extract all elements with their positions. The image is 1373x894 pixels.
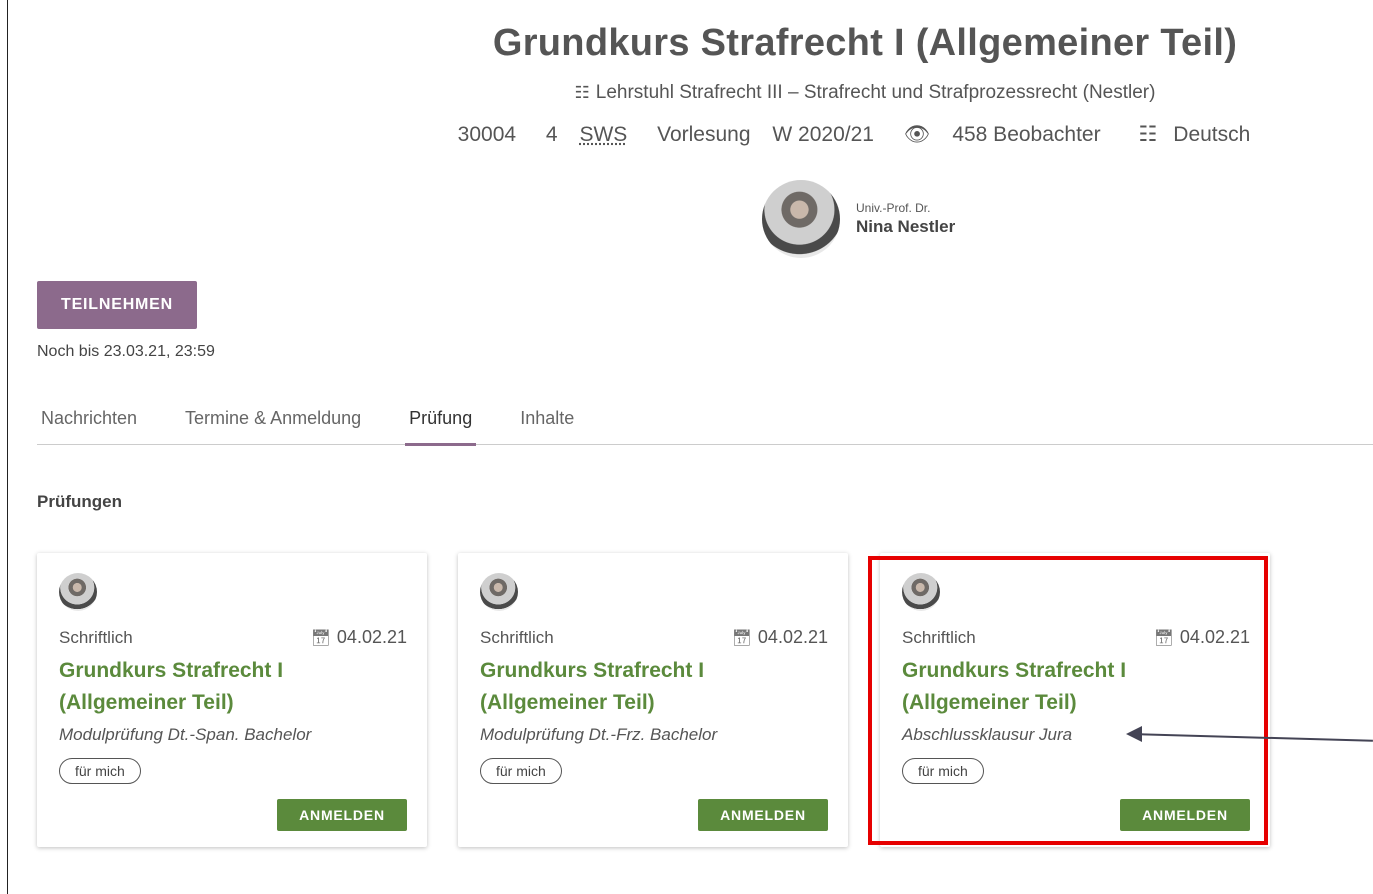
- tab-inhalte[interactable]: Inhalte: [516, 408, 578, 445]
- exam-title[interactable]: Grundkurs Strafrecht I (Allgemeiner Teil…: [59, 655, 399, 719]
- for-me-badge: für mich: [59, 758, 141, 784]
- language-icon: ☷: [1138, 123, 1158, 146]
- course-organisation: ☷ Lehrstuhl Strafrecht III – Strafrecht u…: [0, 82, 1373, 104]
- exam-card[interactable]: Schriftlich 📅︎ 04.02.21 Grundkurs Strafre…: [458, 553, 848, 847]
- exam-date: 📅︎ 04.02.21: [310, 627, 407, 647]
- register-button[interactable]: ANMELDEN: [698, 799, 828, 831]
- lecturer-name[interactable]: Nina Nestler: [856, 217, 955, 237]
- arrow-head-icon: [1126, 726, 1142, 742]
- course-tabs: Nachrichten Termine & Anmeldung Prüfung …: [37, 408, 1373, 446]
- course-type: Vorlesung: [657, 123, 751, 146]
- org-label[interactable]: Lehrstuhl Strafrecht III – Strafrecht un…: [596, 82, 1156, 103]
- sws-abbr: SWS: [579, 123, 628, 146]
- lecturer-title: Univ.-Prof. Dr.: [856, 201, 931, 215]
- exam-card[interactable]: Schriftlich 📅︎ 04.02.21 Grundkurs Strafre…: [37, 553, 427, 847]
- tab-pruefung[interactable]: Prüfung: [405, 408, 477, 446]
- exam-type: Schriftlich: [59, 628, 133, 647]
- course-sws: 4 SWS: [545, 123, 628, 146]
- tab-termine-anmeldung[interactable]: Termine & Anmeldung: [181, 408, 365, 445]
- exams-section-title: Prüfungen: [37, 492, 122, 511]
- exam-subtitle: Modulprüfung Dt.-Frz. Bachelor: [480, 725, 718, 744]
- course-semester: W 2020/21: [772, 123, 874, 146]
- exam-avatar: [480, 573, 518, 611]
- lecturer[interactable]: Univ.-Prof. Dr. Nina Nestler: [762, 180, 955, 258]
- join-deadline: Noch bis 23.03.21, 23:59: [37, 343, 215, 360]
- course-title: Grundkurs Strafrecht I (Allgemeiner Teil…: [492, 22, 1238, 64]
- calendar-icon: 📅︎: [310, 630, 331, 647]
- exam-subtitle: Modulprüfung Dt.-Span. Bachelor: [59, 725, 312, 744]
- exam-title[interactable]: Grundkurs Strafrecht I (Allgemeiner Teil…: [480, 655, 820, 719]
- exam-date: 📅︎ 04.02.21: [731, 627, 828, 647]
- eye-icon: 👁︎: [903, 123, 931, 146]
- tab-nachrichten[interactable]: Nachrichten: [37, 408, 141, 445]
- highlight-box: [868, 556, 1268, 845]
- register-button[interactable]: ANMELDEN: [277, 799, 407, 831]
- for-me-badge: für mich: [480, 758, 562, 784]
- exam-type: Schriftlich: [480, 628, 554, 647]
- join-button[interactable]: TEILNEHMEN: [37, 281, 197, 329]
- calendar-icon: 📅︎: [731, 630, 752, 647]
- course-meta: 30004 4 SWS Vorlesung W 2020/21 👁︎ 458 B…: [0, 122, 1373, 147]
- exam-avatar: [59, 573, 97, 611]
- org-chart-icon: ☷: [574, 83, 590, 102]
- course-number: 30004: [457, 123, 517, 146]
- course-watchers: 👁︎ 458 Beobachter: [903, 123, 1101, 146]
- lecturer-avatar[interactable]: [762, 180, 840, 258]
- course-language: ☷ Deutsch: [1138, 123, 1251, 146]
